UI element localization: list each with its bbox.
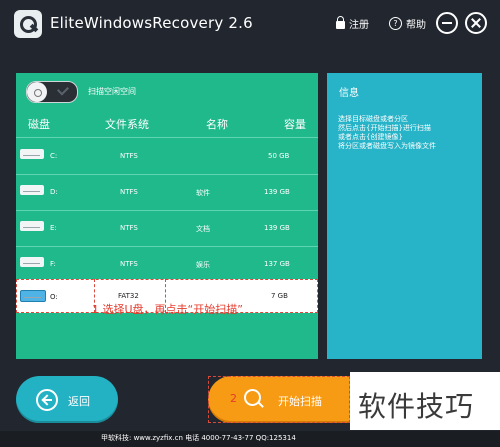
minimize-button[interactable]	[436, 12, 458, 34]
drive-letter: E:	[50, 224, 57, 232]
drive-letter: O:	[50, 293, 58, 301]
drive-table-header: 磁盘 文件系统 名称 容量	[16, 111, 318, 137]
drive-row-e[interactable]: E: NTFS 文档 139 GB	[16, 210, 318, 247]
back-button[interactable]: 返回	[16, 376, 118, 423]
info-line: 将分区或者磁盘写入为镜像文件	[338, 142, 436, 150]
annotation-step-2: 2	[230, 392, 237, 405]
back-label: 返回	[68, 395, 90, 408]
lock-icon	[336, 16, 345, 29]
check-icon	[56, 83, 70, 96]
drive-row-c[interactable]: C: NTFS 50 GB	[16, 138, 318, 175]
drive-filesystem: NTFS	[120, 224, 138, 232]
drive-row-d[interactable]: D: NTFS 软件 139 GB	[16, 174, 318, 211]
drive-row-f[interactable]: F: NTFS 娱乐 137 GB	[16, 246, 318, 283]
drive-letter: F:	[50, 260, 56, 268]
usb-drive-icon	[20, 290, 46, 302]
drive-filesystem: NTFS	[120, 260, 138, 268]
drive-size: 7 GB	[271, 292, 288, 300]
info-line: 或者点击{创建镜像}	[338, 133, 403, 141]
help-label: 帮助	[406, 20, 426, 31]
column-header-filesystem: 文件系统	[105, 118, 149, 131]
annotation-step-1: 1 选择U盘，再点击“开始扫描”	[92, 303, 243, 316]
help-link[interactable]: ? 帮助	[389, 16, 426, 31]
info-line: 然后点击{开始扫描}进行扫描	[338, 124, 431, 132]
drive-icon	[20, 149, 44, 159]
help-icon: ?	[389, 17, 402, 30]
drive-panel: 扫描空闲空间 磁盘 文件系统 名称 容量 C: NTFS 50 GB D: NT…	[16, 73, 318, 359]
footer-bar: 甲软科技: www.zyzfix.cn 电话 4000-77-43-77 QQ:…	[0, 431, 500, 447]
drive-size: 139 GB	[264, 188, 290, 196]
scan-free-space-toggle[interactable]	[26, 81, 78, 103]
column-header-disk: 磁盘	[28, 118, 50, 131]
register-link[interactable]: 注册	[336, 16, 369, 31]
drive-letter: C:	[50, 152, 58, 160]
drive-icon	[20, 185, 44, 195]
scan-free-space-label: 扫描空闲空间	[88, 87, 136, 96]
drive-filesystem: NTFS	[120, 152, 138, 160]
drive-name: 文档	[196, 225, 210, 233]
app-title: EliteWindowsRecovery 2.6	[50, 14, 253, 32]
drive-icon	[20, 257, 44, 267]
info-title: 信息	[339, 88, 359, 99]
drive-icon	[20, 221, 44, 231]
back-arrow-icon	[36, 389, 58, 411]
start-scan-label: 开始扫描	[278, 395, 322, 408]
watermark-text: 软件技巧	[358, 390, 475, 423]
drive-name: 软件	[196, 189, 210, 197]
info-text: 选择目标磁盘或者分区 然后点击{开始扫描}进行扫描 或者点击{创建镜像} 将分区…	[338, 115, 478, 151]
drive-letter: D:	[50, 188, 58, 196]
search-icon	[244, 389, 261, 406]
drive-size: 137 GB	[264, 260, 290, 268]
title-bar: EliteWindowsRecovery 2.6 注册 ? 帮助	[0, 0, 500, 50]
info-line: 选择目标磁盘或者分区	[338, 115, 408, 123]
footer-text: 甲软科技: www.zyzfix.cn 电话 4000-77-43-77 QQ:…	[101, 434, 296, 442]
register-label: 注册	[349, 20, 369, 31]
toggle-knob	[27, 82, 47, 102]
column-header-capacity: 容量	[284, 118, 306, 131]
drive-filesystem: FAT32	[118, 292, 139, 300]
drive-filesystem: NTFS	[120, 188, 138, 196]
drive-name: 娱乐	[196, 261, 210, 269]
app-logo-icon	[14, 10, 42, 38]
drive-size: 50 GB	[268, 152, 290, 160]
drive-size: 139 GB	[264, 224, 290, 232]
close-button[interactable]	[465, 12, 487, 34]
info-panel: 信息 选择目标磁盘或者分区 然后点击{开始扫描}进行扫描 或者点击{创建镜像} …	[327, 73, 482, 359]
column-header-name: 名称	[206, 118, 228, 131]
